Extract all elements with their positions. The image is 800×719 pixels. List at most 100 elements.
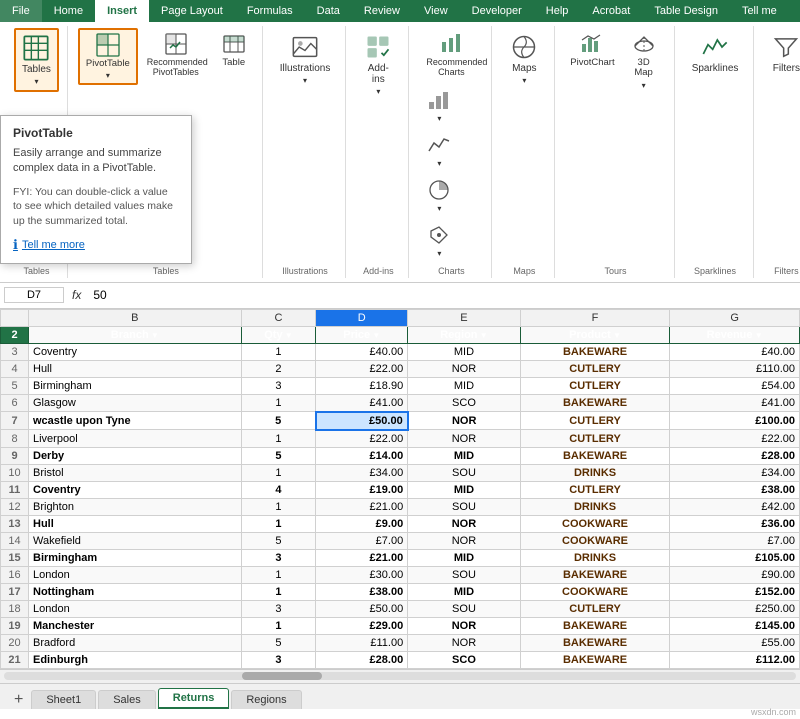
cell-region[interactable]: SOU — [408, 566, 521, 583]
cell-qty[interactable]: 3 — [241, 651, 316, 668]
cell-revenue[interactable]: £42.00 — [670, 498, 800, 515]
price-header[interactable]: Price — [316, 326, 408, 343]
sheet-tab-regions[interactable]: Regions — [231, 690, 301, 709]
branch-header[interactable]: Branch — [29, 326, 242, 343]
cell-product[interactable]: DRINKS — [520, 498, 670, 515]
cell-price[interactable]: £40.00 — [316, 343, 408, 360]
recommended-pivottables-button[interactable]: Recommended PivotTables — [140, 28, 212, 82]
cell-revenue[interactable]: £22.00 — [670, 430, 800, 448]
line-chart-button[interactable]: ▾ — [419, 129, 459, 172]
pivottable-button[interactable]: PivotTable ▾ — [78, 28, 138, 85]
cell-branch[interactable]: Liverpool — [29, 430, 242, 448]
cell-branch[interactable]: Birmingham — [29, 549, 242, 566]
cell-region[interactable]: MID — [408, 447, 521, 464]
cell-region[interactable]: MID — [408, 343, 521, 360]
cell-qty[interactable]: 1 — [241, 583, 316, 600]
cell-product[interactable]: CUTLERY — [520, 600, 670, 617]
tab-page-layout[interactable]: Page Layout — [149, 0, 235, 22]
cell-qty[interactable]: 1 — [241, 566, 316, 583]
cell-product[interactable]: BAKEWARE — [520, 566, 670, 583]
cell-revenue[interactable]: £112.00 — [670, 651, 800, 668]
cell-revenue[interactable]: £38.00 — [670, 481, 800, 498]
cell-qty[interactable]: 1 — [241, 430, 316, 448]
cell-price[interactable]: £29.00 — [316, 617, 408, 634]
cell-price[interactable]: £9.00 — [316, 515, 408, 532]
scroll-thumb[interactable] — [242, 672, 322, 680]
tab-data[interactable]: Data — [305, 0, 352, 22]
sparklines-button[interactable]: Sparklines — [685, 28, 746, 79]
cell-qty[interactable]: 4 — [241, 481, 316, 498]
cell-product[interactable]: BAKEWARE — [520, 617, 670, 634]
cell-price[interactable]: £30.00 — [316, 566, 408, 583]
maps-button[interactable]: Maps ▾ — [502, 28, 546, 90]
cell-branch[interactable]: Coventry — [29, 343, 242, 360]
cell-branch[interactable]: Brighton — [29, 498, 242, 515]
cell-branch[interactable]: Derby — [29, 447, 242, 464]
cell-product[interactable]: CUTLERY — [520, 481, 670, 498]
cell-price[interactable]: £19.00 — [316, 481, 408, 498]
cell-product[interactable]: CUTLERY — [520, 430, 670, 448]
cell-product[interactable]: COOKWARE — [520, 583, 670, 600]
cell-branch[interactable]: wcastle upon Tyne — [29, 412, 242, 430]
cell-qty[interactable]: 5 — [241, 412, 316, 430]
cell-branch[interactable]: Wakefield — [29, 532, 242, 549]
cell-revenue[interactable]: £54.00 — [670, 377, 800, 394]
cell-product[interactable]: BAKEWARE — [520, 651, 670, 668]
col-header-c[interactable]: C — [241, 309, 316, 326]
cell-qty[interactable]: 5 — [241, 532, 316, 549]
sheet-tab-sales[interactable]: Sales — [98, 690, 156, 709]
cell-branch[interactable]: Birmingham — [29, 377, 242, 394]
pivotchart-button[interactable]: PivotChart — [565, 28, 619, 72]
cell-product[interactable]: CUTLERY — [520, 360, 670, 377]
cell-region[interactable]: MID — [408, 583, 521, 600]
cell-price[interactable]: £41.00 — [316, 394, 408, 412]
cell-branch[interactable]: Bristol — [29, 464, 242, 481]
cell-qty[interactable]: 1 — [241, 464, 316, 481]
tab-help[interactable]: Help — [534, 0, 581, 22]
cell-product[interactable]: CUTLERY — [520, 412, 670, 430]
cell-branch[interactable]: Coventry — [29, 481, 242, 498]
region-header[interactable]: Region — [408, 326, 521, 343]
tab-table-design[interactable]: Table Design — [642, 0, 730, 22]
bar-chart-button[interactable]: ▾ — [419, 84, 459, 127]
recommended-charts-button[interactable]: Recommended Charts — [419, 28, 483, 82]
cell-revenue[interactable]: £250.00 — [670, 600, 800, 617]
tab-view[interactable]: View — [412, 0, 460, 22]
cell-revenue[interactable]: £28.00 — [670, 447, 800, 464]
cell-revenue[interactable]: £100.00 — [670, 412, 800, 430]
cell-qty[interactable]: 1 — [241, 343, 316, 360]
cell-price[interactable]: £34.00 — [316, 464, 408, 481]
tooltip-tell-me-more-link[interactable]: ℹ Tell me more — [13, 237, 179, 253]
col-header-b[interactable]: B — [29, 309, 242, 326]
tables-button[interactable]: Tables ▾ — [14, 28, 59, 92]
cell-qty[interactable]: 3 — [241, 600, 316, 617]
tab-file[interactable]: File — [0, 0, 42, 22]
addins-button[interactable]: Add-ins ▾ — [356, 28, 400, 101]
cell-product[interactable]: BAKEWARE — [520, 343, 670, 360]
cell-price[interactable]: £21.00 — [316, 549, 408, 566]
illustrations-button[interactable]: Illustrations ▾ — [273, 28, 338, 90]
cell-branch[interactable]: Hull — [29, 515, 242, 532]
qty-header[interactable]: Qty — [241, 326, 316, 343]
more-charts-button[interactable]: ▾ — [419, 219, 459, 262]
cell-price[interactable]: £7.00 — [316, 532, 408, 549]
cell-revenue[interactable]: £34.00 — [670, 464, 800, 481]
cell-qty[interactable]: 3 — [241, 377, 316, 394]
cell-region[interactable]: NOR — [408, 412, 521, 430]
cell-region[interactable]: NOR — [408, 360, 521, 377]
cell-region[interactable]: SCO — [408, 394, 521, 412]
cell-price[interactable]: £38.00 — [316, 583, 408, 600]
cell-qty[interactable]: 1 — [241, 617, 316, 634]
col-header-f[interactable]: F — [520, 309, 670, 326]
cell-qty[interactable]: 2 — [241, 360, 316, 377]
cell-price[interactable]: £18.90 — [316, 377, 408, 394]
table-button[interactable]: Table — [214, 28, 254, 72]
cell-price[interactable]: £11.00 — [316, 634, 408, 651]
cell-revenue[interactable]: £36.00 — [670, 515, 800, 532]
cell-region[interactable]: NOR — [408, 430, 521, 448]
3dmap-button[interactable]: 3D Map ▾ — [622, 28, 666, 94]
cell-region[interactable]: SOU — [408, 498, 521, 515]
cell-revenue[interactable]: £152.00 — [670, 583, 800, 600]
cell-price[interactable]: £50.00 — [316, 600, 408, 617]
cell-qty[interactable]: 5 — [241, 447, 316, 464]
